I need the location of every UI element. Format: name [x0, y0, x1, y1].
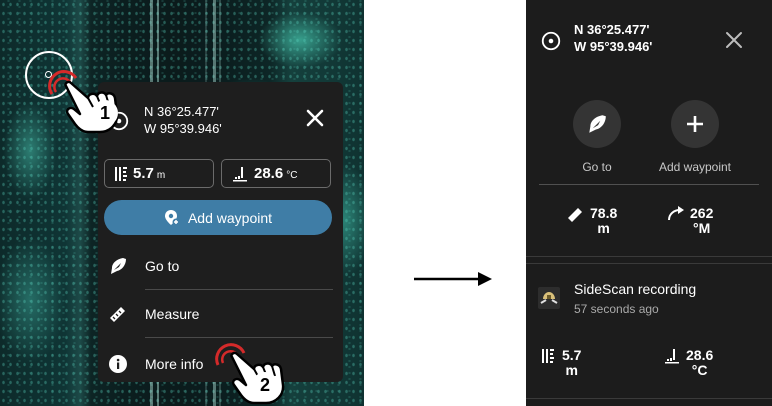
transition-arrow-icon	[414, 272, 492, 286]
add-waypoint-label: Add waypoint	[658, 160, 732, 174]
popup-latitude: N 36°25.477'	[144, 104, 219, 119]
panel-latitude: N 36°25.477'	[574, 22, 650, 37]
add-waypoint-label: Add waypoint	[187, 209, 273, 226]
close-icon[interactable]	[305, 108, 325, 128]
menu-item-label: Go to	[145, 258, 180, 274]
menu-divider	[145, 337, 333, 338]
depth-unit: m	[156, 169, 166, 181]
depth-icon	[542, 349, 554, 363]
popup-longitude: W 95°39.946'	[144, 121, 222, 136]
ruler-icon	[110, 307, 125, 322]
temperature-box: 28.6 °C	[221, 159, 331, 188]
plus-icon	[687, 116, 703, 132]
temperature-unit: °C	[286, 169, 298, 181]
depth-unit: m	[565, 362, 578, 378]
ruler-icon	[568, 208, 582, 222]
navigate-icon	[589, 115, 606, 133]
menu-item-measure[interactable]: Measure	[98, 290, 343, 338]
depth-stat: 5.7 m	[538, 348, 581, 378]
temperature-value: 28.6	[254, 165, 284, 182]
menu-item-label: Measure	[145, 306, 200, 322]
bearing-value: 262	[690, 205, 714, 221]
distance-stat: 78.8 m	[566, 206, 617, 236]
distance-value: 78.8	[590, 205, 618, 221]
divider	[539, 184, 759, 185]
bearing-unit: °M	[693, 220, 711, 236]
depth-value: 5.7	[562, 347, 582, 363]
section-divider	[526, 398, 772, 399]
thermometer-icon	[665, 349, 679, 364]
distance-unit: m	[597, 220, 610, 236]
menu-item-label: More info	[145, 356, 204, 372]
step-badge-2: 2	[252, 372, 278, 398]
depth-icon	[115, 166, 127, 181]
go-to-button[interactable]	[573, 100, 621, 148]
panel-coordinates: N 36°25.477' W 95°39.946'	[574, 21, 652, 55]
crosshair-icon	[541, 31, 561, 51]
recording-time: 57 seconds ago	[574, 302, 659, 316]
recording-title[interactable]: SideScan recording	[574, 281, 696, 297]
add-waypoint-button[interactable]: Add waypoint	[104, 200, 332, 235]
section-divider	[526, 256, 772, 257]
temperature-unit: °C	[691, 362, 708, 378]
bearing-arrow-icon	[668, 206, 684, 221]
sonar-screen[interactable]: N 36°25.477' W 95°39.946' 5.7 m 28.6 °C	[0, 0, 364, 406]
info-icon	[109, 355, 127, 373]
depth-box: 5.7 m	[104, 159, 214, 188]
step-badge-1: 1	[92, 100, 118, 126]
navigate-icon	[111, 258, 126, 274]
go-to-label: Go to	[582, 160, 612, 174]
temperature-value: 28.6	[686, 347, 714, 363]
add-waypoint-action[interactable]: Add waypoint	[640, 100, 750, 174]
panel-longitude: W 95°39.946'	[574, 39, 653, 54]
section-divider	[526, 263, 772, 264]
menu-item-go-to[interactable]: Go to	[98, 242, 343, 290]
location-popup: N 36°25.477' W 95°39.946' 5.7 m 28.6 °C	[98, 82, 343, 382]
waypoint-add-icon	[164, 209, 180, 225]
sidescan-recording-icon	[538, 287, 560, 309]
close-icon[interactable]	[725, 31, 743, 49]
depth-value: 5.7	[133, 165, 154, 182]
add-waypoint-button[interactable]	[671, 100, 719, 148]
more-info-panel: N 36°25.477' W 95°39.946' Go to Add wayp…	[526, 0, 772, 406]
temperature-stat: 28.6 °C	[662, 348, 713, 378]
go-to-action[interactable]: Go to	[542, 100, 652, 174]
thermometer-icon	[233, 166, 247, 181]
bearing-stat: 262 °M	[666, 206, 713, 236]
popup-coordinates: N 36°25.477' W 95°39.946'	[144, 103, 222, 137]
